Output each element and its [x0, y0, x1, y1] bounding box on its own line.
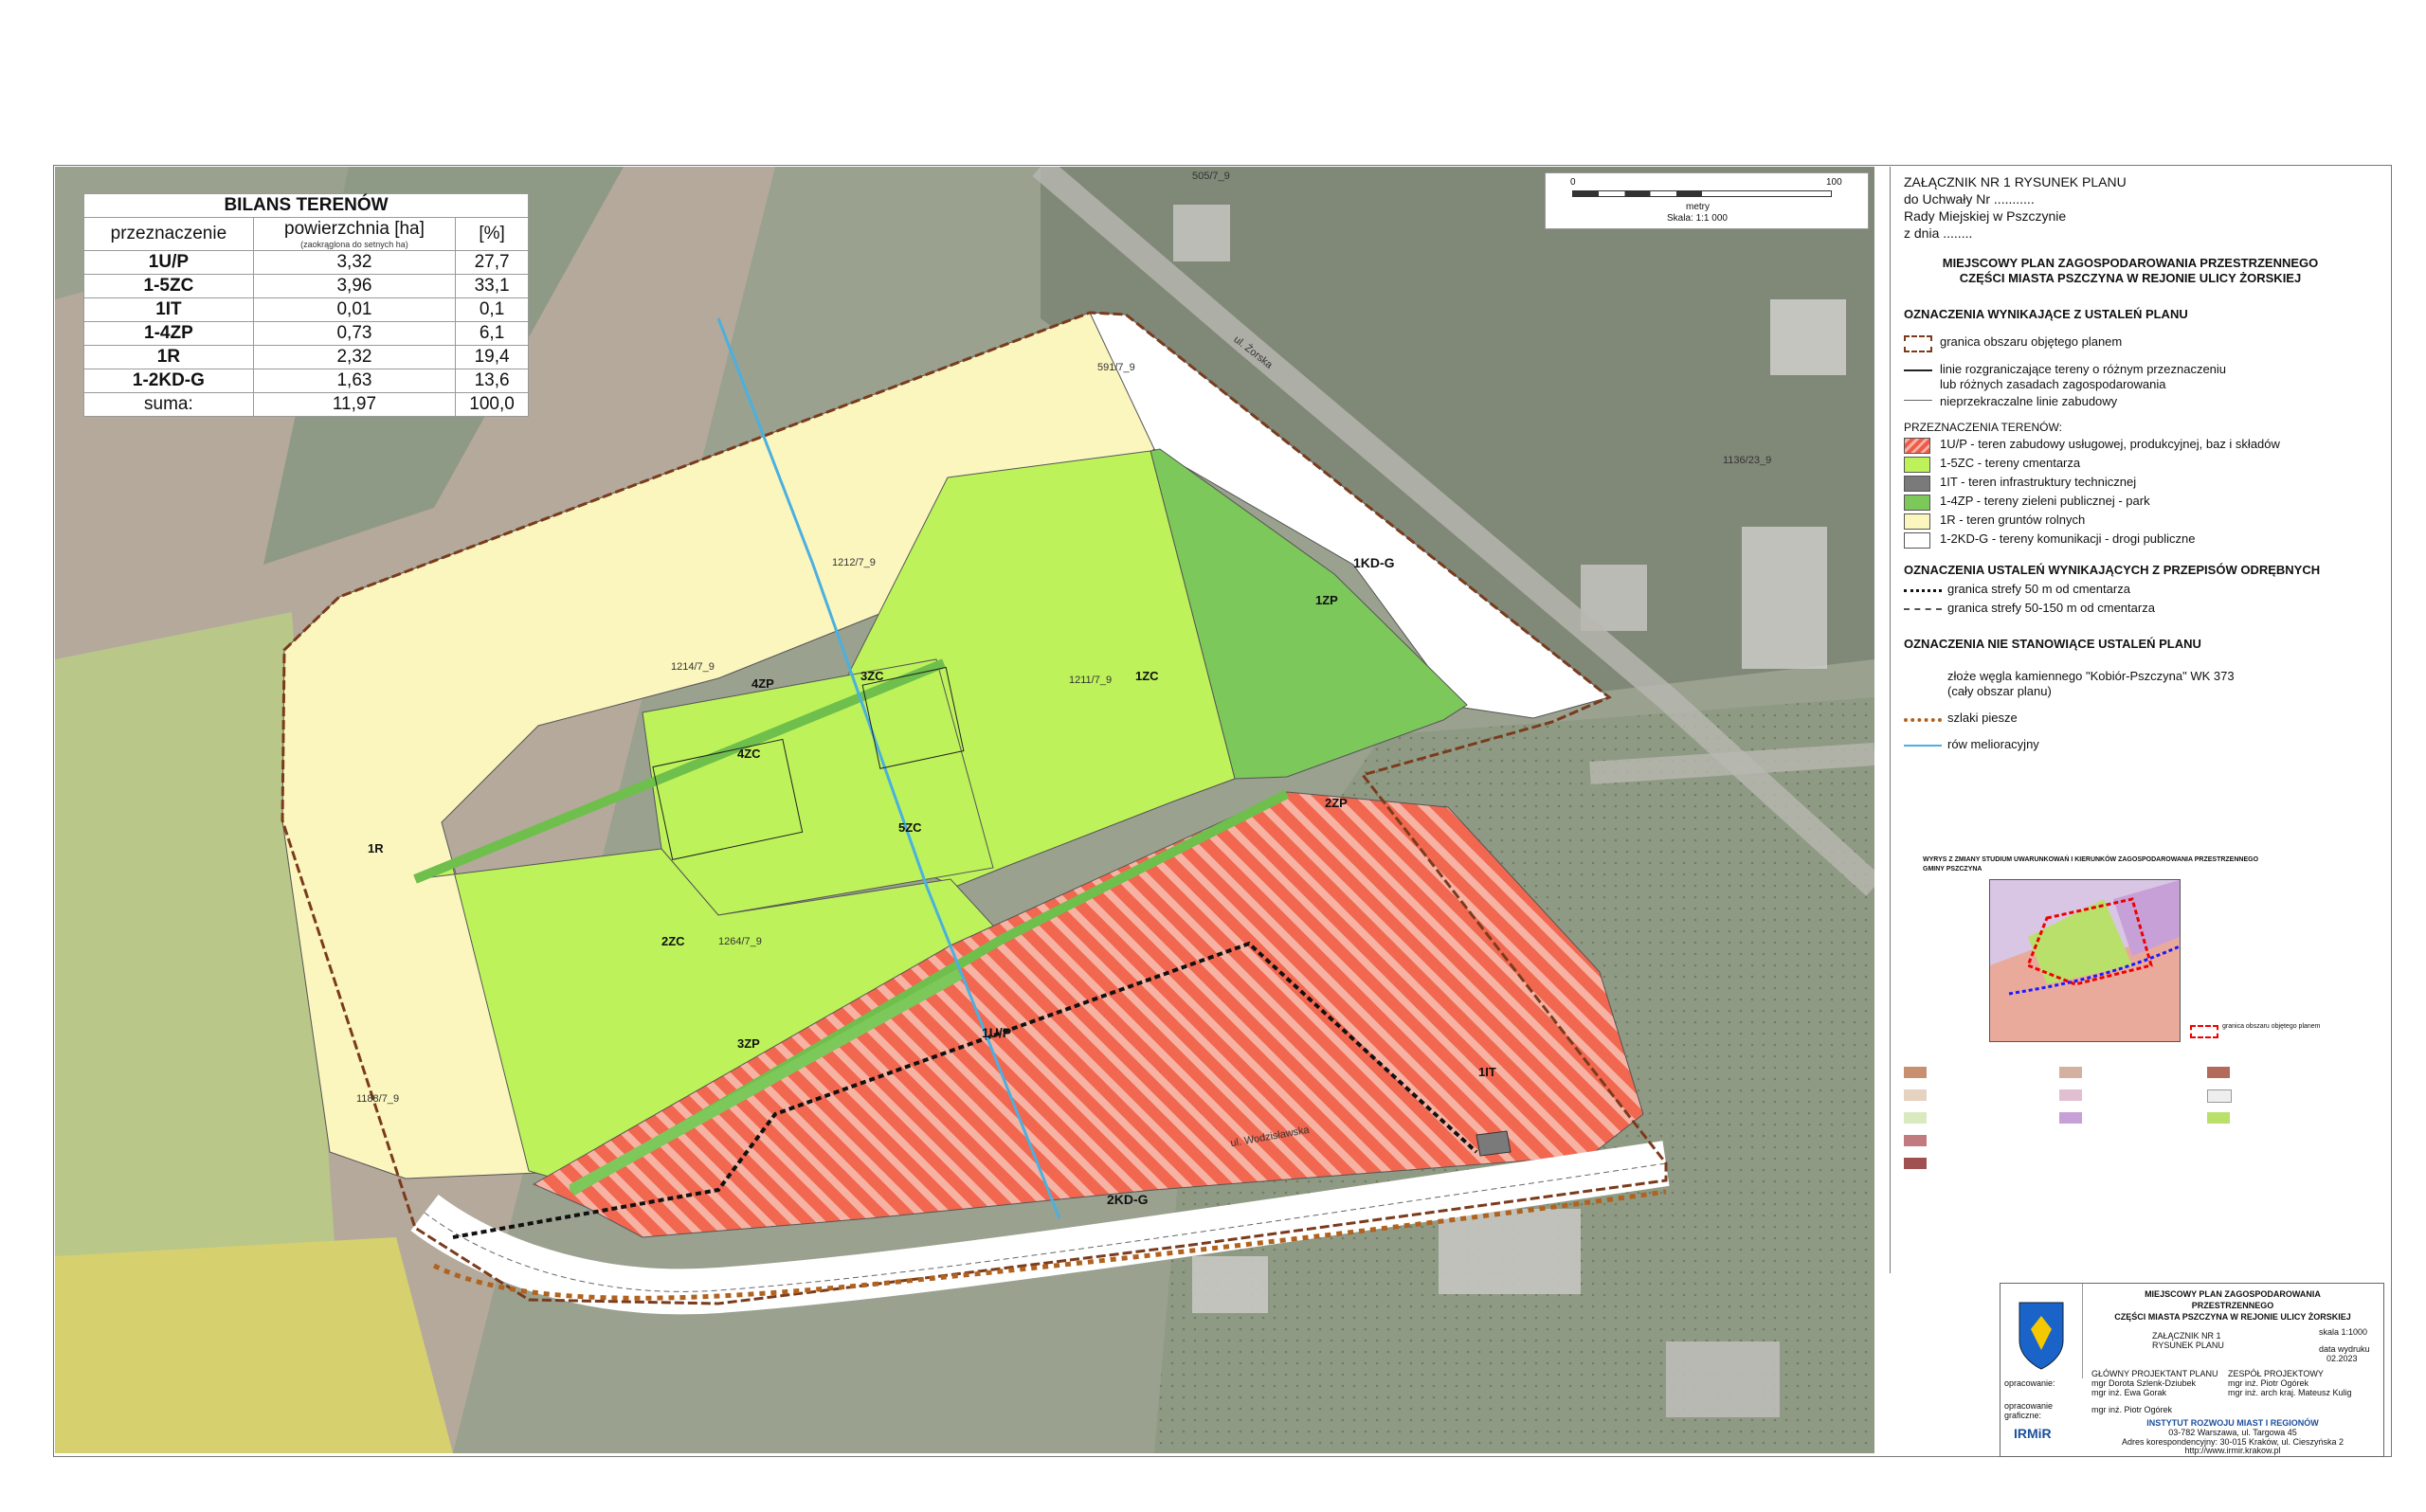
- zone-1IT: [1476, 1130, 1512, 1157]
- inset-legend-grid: [1904, 1057, 2359, 1247]
- legend-swatch: [1904, 495, 1930, 511]
- parcel-label: 505/7_9: [1192, 171, 1230, 182]
- parcel-label: 591/7_9: [1097, 362, 1135, 373]
- table-row: 1R 2,32 19,4: [83, 345, 529, 369]
- label-4ZP: 4ZP: [751, 676, 774, 691]
- parcel-label: 1188/7_9: [356, 1093, 400, 1105]
- legend-section-title: OZNACZENIA USTALEŃ WYNIKAJĄCYCH Z PRZEPI…: [1904, 563, 2321, 577]
- legend-swatch: [1904, 438, 1930, 454]
- label-2ZP: 2ZP: [1325, 796, 1348, 810]
- table-row: 1IT 0,01 0,1: [83, 297, 529, 322]
- legend-item-label: 1IT - teren infrastruktury technicznej: [1940, 475, 2137, 489]
- legend-item-label: 1-4ZP - tereny zieleni publicznej - park: [1940, 494, 2150, 508]
- cemetery-50m-symbol: [1904, 589, 1942, 592]
- table-row: 1-2KD-G 1,63 13,6: [83, 369, 529, 393]
- label-1UP: 1U/P: [982, 1025, 1012, 1040]
- col-header: [%]: [455, 217, 529, 251]
- label-5ZC: 5ZC: [898, 820, 922, 835]
- label-1ZP: 1ZP: [1315, 593, 1338, 607]
- label-3ZP: 3ZP: [737, 1036, 760, 1051]
- legend-item-label: 1-2KD-G - tereny komunikacji - drogi pub…: [1940, 531, 2196, 546]
- inset-boundary-symbol: [2190, 1025, 2218, 1038]
- label-1KD-G: 1KD-G: [1353, 555, 1395, 570]
- legend-section-title: OZNACZENIA WYNIKAJĄCE Z USTALEŃ PLANU: [1904, 307, 2188, 321]
- table-row: suma: 11,97 100,0: [83, 392, 529, 417]
- label-1ZC: 1ZC: [1135, 669, 1159, 683]
- parcel-label: 1214/7_9: [671, 661, 715, 673]
- table-row: 1U/P 3,32 27,7: [83, 250, 529, 275]
- cemetery-150m-symbol: [1904, 608, 1942, 610]
- parcel-label: 1264/7_9: [718, 936, 762, 947]
- irmir-logo: IRMiR: [2014, 1426, 2052, 1441]
- plan-title: MIEJSCOWY PLAN ZAGOSPODAROWANIA PRZESTRZ…: [1942, 256, 2319, 270]
- legend-swatch: [1904, 476, 1930, 492]
- table-title: BILANS TERENÓW: [83, 193, 529, 218]
- table-row: 1-4ZP 0,73 6,1: [83, 321, 529, 346]
- label-3ZC: 3ZC: [860, 669, 884, 683]
- label-2KD-G: 2KD-G: [1107, 1192, 1149, 1207]
- scale-bar: 0 100 metry Skala: 1:1 000: [1545, 172, 1869, 229]
- parcel-label: 1212/7_9: [832, 557, 876, 568]
- legend-section-title: OZNACZENIA NIE STANOWIĄCE USTALEŃ PLANU: [1904, 637, 2201, 651]
- legend-item-label: 1U/P - teren zabudowy usługowej, produkc…: [1940, 437, 2280, 451]
- label-4ZC: 4ZC: [737, 747, 761, 761]
- land-balance-table: BILANS TERENÓW przeznaczenie powierzchni…: [83, 193, 529, 417]
- legend-item-label: 1R - teren gruntów rolnych: [1940, 513, 2086, 527]
- field-yellow: [55, 1237, 453, 1453]
- parcel-label: 1136/23_9: [1723, 455, 1772, 466]
- col-header: powierzchnia [ha] (zaokrąglona do setnych…: [252, 217, 457, 251]
- study-inset-map[interactable]: [1989, 879, 2181, 1042]
- table-row: 1-5ZC 3,96 33,1: [83, 274, 529, 298]
- title-block: MIEJSCOWY PLAN ZAGOSPODAROWANIA PRZESTRZ…: [2000, 1283, 2384, 1457]
- label-1R: 1R: [368, 841, 384, 855]
- ditch-symbol: [1904, 745, 1942, 747]
- trail-symbol: [1904, 718, 1942, 722]
- legend-item-label: 1-5ZC - tereny cmentarza: [1940, 456, 2081, 470]
- label-2ZC: 2ZC: [661, 934, 685, 948]
- line-symbol: [1904, 369, 1932, 371]
- scale-ruler: [1572, 190, 1832, 197]
- parcel-label: 1211/7_9: [1069, 675, 1113, 686]
- col-header: przeznaczenie: [83, 217, 254, 251]
- legend-panel: ZAŁĄCZNIK NR 1 RYSUNEK PLANU do Uchwały …: [1890, 167, 2370, 1273]
- plan-boundary-symbol: [1904, 335, 1932, 352]
- line-symbol: [1904, 400, 1932, 401]
- coat-of-arms: [2001, 1284, 2083, 1378]
- legend-swatch: [1904, 532, 1930, 549]
- legend-swatch: [1904, 513, 1930, 530]
- legend-swatch: [1904, 457, 1930, 473]
- label-1IT: 1IT: [1478, 1065, 1496, 1079]
